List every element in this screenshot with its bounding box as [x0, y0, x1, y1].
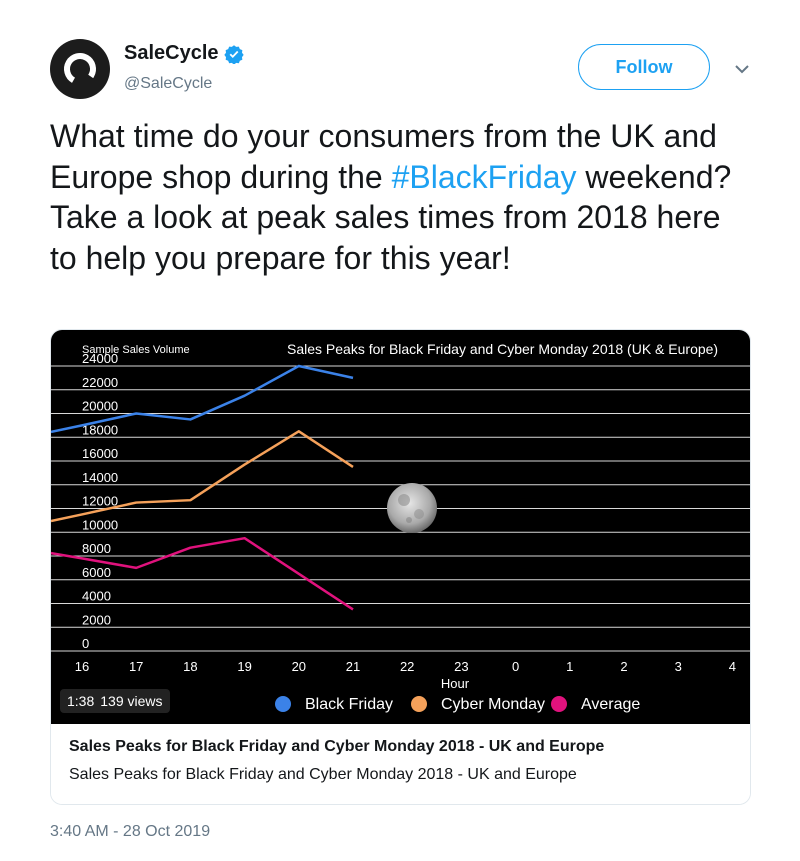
chart-xlabel: Hour — [441, 676, 470, 691]
salecycle-logo-icon — [64, 53, 96, 85]
y-tick-label: 6000 — [82, 565, 111, 580]
y-tick-label: 14000 — [82, 470, 118, 485]
chart-title: Sales Peaks for Black Friday and Cyber M… — [287, 341, 718, 357]
x-tick-label: 17 — [129, 659, 143, 674]
card-info[interactable]: Sales Peaks for Black Friday and Cyber M… — [51, 724, 750, 804]
x-tick-label: 19 — [237, 659, 251, 674]
x-tick-label: 22 — [400, 659, 414, 674]
follow-button[interactable]: Follow — [578, 44, 710, 90]
x-tick-label: 3 — [675, 659, 682, 674]
legend-label: Black Friday — [305, 696, 393, 713]
moon-image — [387, 483, 437, 533]
video-player[interactable]: 0 2000 4000 6000 8000 10000 12000 14000 16000 18 0… — [51, 330, 750, 724]
y-tick-label: 0 — [82, 636, 89, 651]
y-tick-label: 8000 — [82, 541, 111, 556]
y-tick-label: 22000 — [82, 375, 118, 390]
y-tick-label: 4000 — [82, 589, 111, 604]
card-description: Sales Peaks for Black Friday and Cyber M… — [69, 766, 577, 783]
sales-chart: 0 2000 4000 6000 8000 10000 12000 14000 16000 18 0… — [51, 341, 750, 713]
video-views: 139 views — [100, 693, 163, 709]
tweet-text: What time do your consumers from the UK … — [50, 116, 750, 278]
tweet-header: SaleCycle @SaleCycle Follow — [50, 39, 750, 99]
y-tick-label: 10000 — [82, 517, 118, 532]
card-title[interactable]: Sales Peaks for Black Friday and Cyber M… — [69, 738, 604, 756]
x-tick-label: 4 — [729, 659, 736, 674]
legend-label: Cyber Monday — [441, 696, 545, 713]
account-name[interactable]: SaleCycle — [124, 42, 219, 65]
y-tick-label: 12000 — [82, 494, 118, 509]
y-tick-label: 2000 — [82, 612, 111, 627]
verified-badge-icon — [223, 44, 244, 64]
legend-label: Average — [581, 696, 640, 713]
legend-marker — [551, 696, 567, 712]
legend-marker — [275, 696, 291, 712]
y-tick-label: 20000 — [82, 399, 118, 414]
video-stats-badge: 1:38 139 views — [60, 689, 170, 713]
x-tick-label: 18 — [183, 659, 197, 674]
x-tick-label: 1 — [566, 659, 573, 674]
x-tick-label: 0 — [512, 659, 519, 674]
hashtag-link[interactable]: #BlackFriday — [392, 159, 577, 195]
account-handle[interactable]: @SaleCycle — [124, 75, 212, 93]
x-tick-label: 16 — [75, 659, 89, 674]
x-tick-label: 2 — [620, 659, 627, 674]
y-tick-label: 16000 — [82, 446, 118, 461]
video-duration: 1:38 — [67, 693, 95, 709]
avatar[interactable] — [50, 39, 110, 99]
video-card[interactable]: 0 2000 4000 6000 8000 10000 12000 14000 16000 18 0… — [50, 329, 751, 805]
chart-ylabel: Sample Sales Volume — [82, 344, 190, 356]
x-tick-label: 21 — [346, 659, 360, 674]
legend-marker — [411, 696, 427, 712]
chevron-down-icon[interactable] — [730, 57, 754, 81]
tweet-timestamp[interactable]: 3:40 AM - 28 Oct 2019 — [50, 823, 210, 841]
account-name-wrap: SaleCycle — [124, 42, 244, 65]
x-tick-label: 23 — [454, 659, 468, 674]
x-tick-label: 20 — [292, 659, 306, 674]
